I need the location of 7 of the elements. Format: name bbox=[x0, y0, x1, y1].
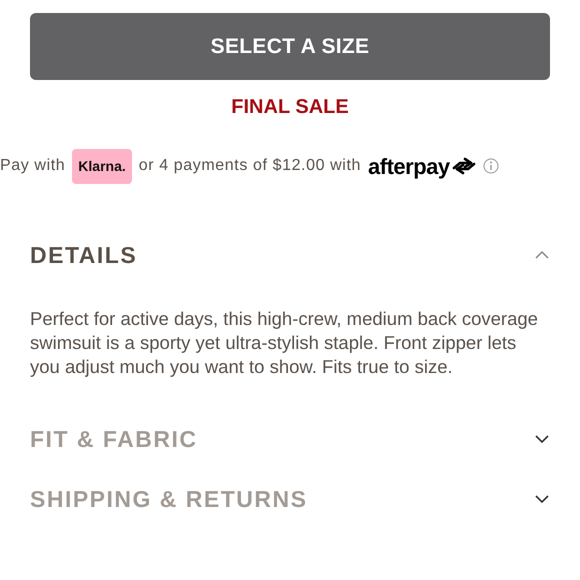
installments-text: or 4 payments of $12.00 with bbox=[138, 156, 362, 176]
final-sale-label: FINAL SALE bbox=[230, 95, 350, 119]
afterpay-logo[interactable]: afterpay bbox=[368, 150, 450, 182]
pay-with-text: Pay with bbox=[0, 156, 66, 176]
section-header[interactable]: DETAILS bbox=[30, 235, 550, 275]
details-paragraph: Perfect for active days, this high-crew, medium back coverage swimsuit is a sporty yet ultra-stylish staple. Front zipper lets you adjust much you want to show. Fits true to size. bbox=[30, 307, 539, 379]
klarna-logo[interactable]: Klarna. bbox=[72, 148, 132, 184]
